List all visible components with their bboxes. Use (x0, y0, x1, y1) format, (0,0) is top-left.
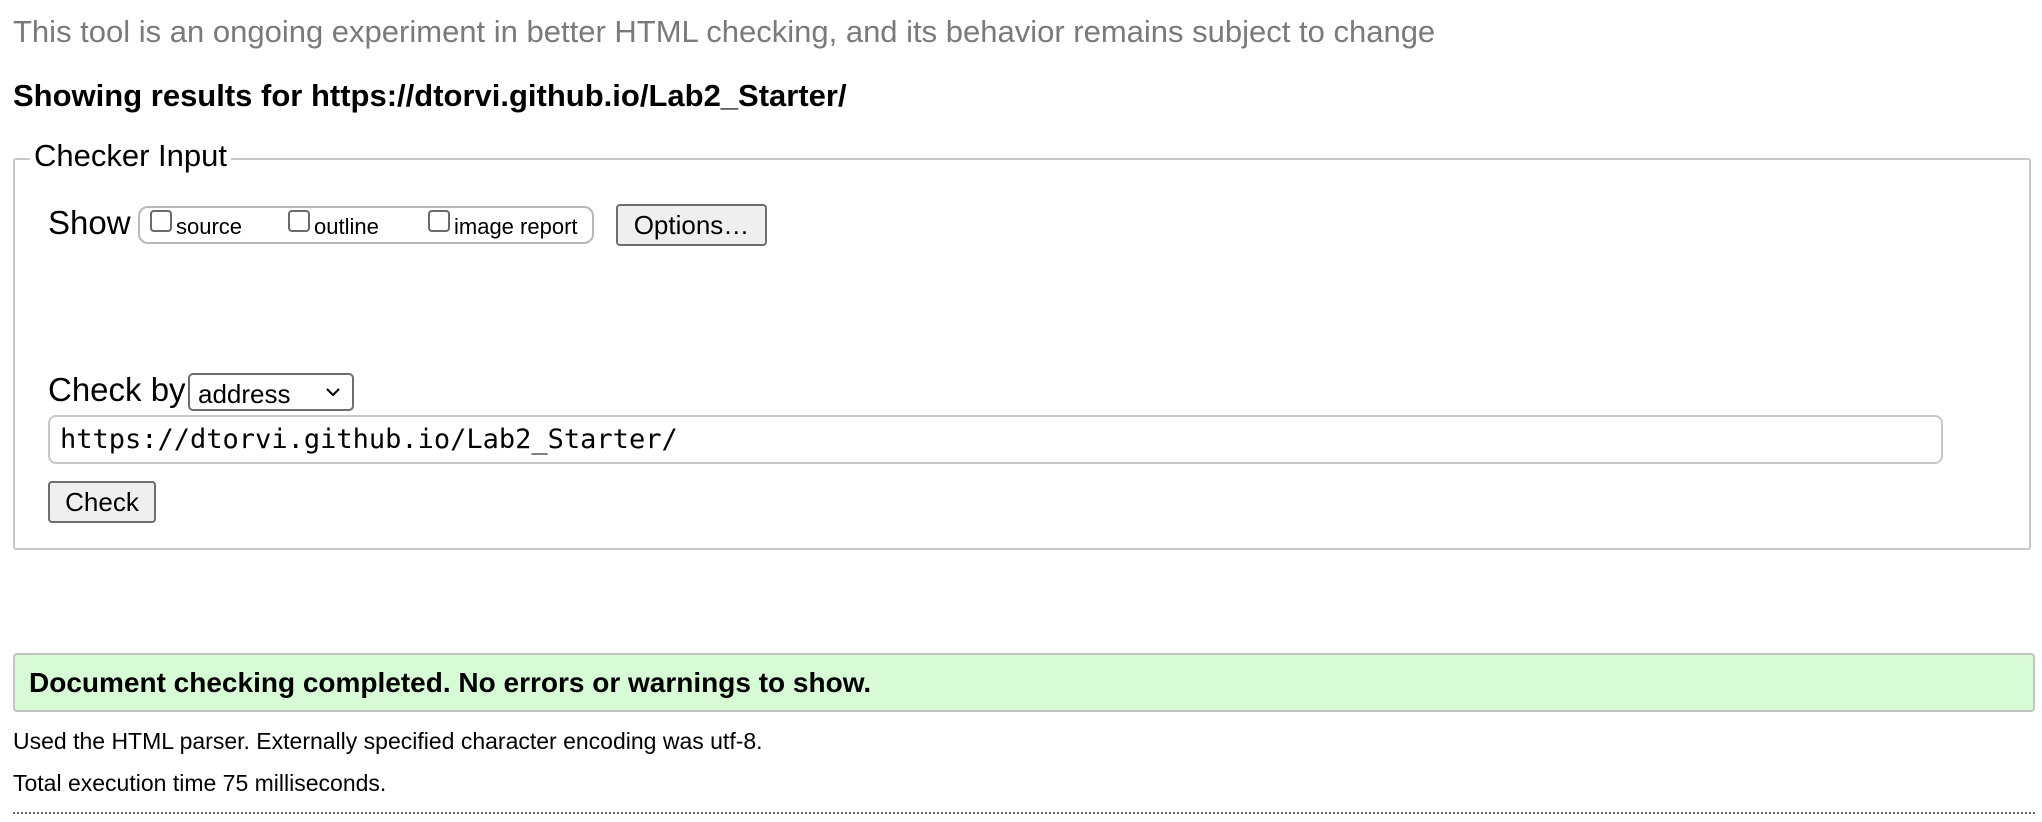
success-message: Document checking completed. No errors o… (29, 667, 872, 698)
check-by-selected-value: address (198, 379, 291, 409)
outline-checkbox[interactable] (288, 210, 310, 232)
success-message-box: Document checking completed. No errors o… (13, 653, 2035, 712)
show-label: Show (48, 204, 131, 241)
divider (13, 812, 2035, 814)
image-report-checkbox-label[interactable]: image report (454, 214, 578, 240)
check-by-select[interactable]: address (188, 373, 354, 411)
check-by-label: Check by (48, 371, 186, 408)
disclaimer-text: This tool is an ongoing experiment in be… (13, 14, 1436, 49)
parser-info: Used the HTML parser. Externally specifi… (13, 728, 763, 754)
url-input[interactable] (48, 415, 1943, 464)
outline-checkbox-label[interactable]: outline (314, 214, 379, 240)
source-checkbox[interactable] (150, 210, 172, 232)
options-button[interactable]: Options… (616, 204, 767, 246)
results-heading: Showing results for https://dtorvi.githu… (13, 78, 847, 113)
check-button[interactable]: Check (48, 481, 156, 523)
show-options-group: source outline image report (138, 206, 594, 244)
execution-time: Total execution time 75 milliseconds. (13, 770, 387, 796)
chevron-down-icon (326, 388, 340, 397)
checker-input-legend: Checker Input (30, 138, 231, 174)
image-report-checkbox[interactable] (428, 210, 450, 232)
source-checkbox-label[interactable]: source (176, 214, 242, 240)
